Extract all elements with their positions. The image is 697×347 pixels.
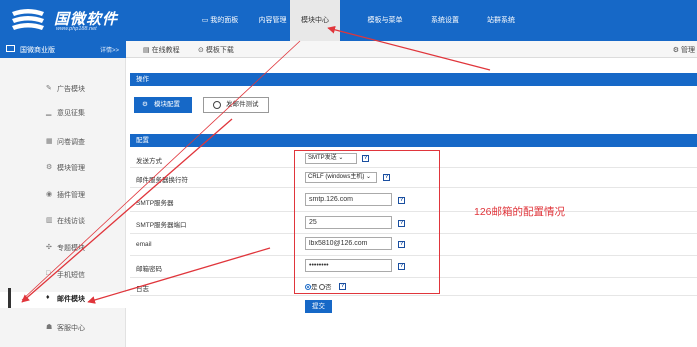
sidebar-item-ads[interactable]: ✎ 广告模块 [0,82,126,96]
template-download-link[interactable]: ⊙ 模板下载 [198,45,234,55]
nav-label: 内容管理 [258,17,287,24]
nav-my-panel[interactable]: ▭ 我的面板 [190,0,250,41]
nav-label: 系统设置 [431,17,459,24]
bank-icon: ▥ [46,217,53,224]
sidebar-item-label: 客服中心 [57,325,85,332]
gear-icon: ⚙ [142,101,148,108]
nav-label: 模块中心 [301,17,329,24]
link-label: 在线教程 [151,47,180,54]
link-label: 模板下载 [205,47,234,54]
sidebar-item-label: 手机短信 [57,272,85,279]
sidebar-item-interview[interactable]: ▥ 在线访谈 [0,214,126,228]
sub-bar: 国微商业版 详情>> ▤ 在线教程 ⊙ 模板下载 ⚙ 管理 [0,41,697,58]
nav-sites[interactable]: 站群系统 [476,0,526,41]
sidebar-item-survey[interactable]: ▦ 问卷调查 [0,135,126,149]
nav-label: 站群系统 [487,17,515,24]
chart-icon: ▦ [46,138,53,145]
phone-icon: □ [46,270,51,277]
nav-label: 模板与菜单 [367,17,403,24]
logo-mark-icon [12,9,44,30]
nav-modules[interactable]: 模块中心 [290,0,340,41]
plugin-icon: ◉ [46,191,53,198]
gear-icon: ⚙ [672,47,680,54]
monitor-icon [6,45,15,52]
nav-label: 我的面板 [210,17,239,24]
sidebar-item-label: 在线访谈 [57,218,85,225]
log-label: 日志 [136,286,149,293]
sidebar-item-label: 专题模块 [57,245,85,252]
book-icon: ▤ [143,47,150,54]
edition-detail-link[interactable]: 详情>> [100,45,119,54]
sidebar-item-plugins[interactable]: ◉ 插件管理 [0,188,126,202]
sidebar-item-label: 意见征集 [57,110,85,117]
clock-icon [213,101,221,109]
pen-icon: ✎ [46,85,52,92]
sidebar-item-label: 插件管理 [57,192,85,199]
monitor-icon: ▭ [201,17,209,24]
sidebar-item-topics[interactable]: ✣ 专题模块 [0,241,126,255]
send-method-label: 发送方式 [136,158,162,165]
sidebar-item-sms[interactable]: □ 手机短信 [0,268,126,282]
submit-button[interactable]: 提交 [305,300,332,313]
email-label: email [136,241,152,248]
manage-link[interactable]: ⚙ 管理 [673,45,695,55]
logo: 国微软件 www.php188.net [10,6,150,36]
line-break-label: 邮件服务器换行符 [136,177,188,184]
sidebar-item-feedback[interactable]: ▁ 意见征集 [0,106,126,120]
active-indicator [8,288,11,308]
module-config-button[interactable]: ⚙ 模块配置 [134,97,192,113]
sidebar-item-label: 邮件模块 [57,296,85,303]
sidebar: ✎ 广告模块 ▁ 意见征集 ▦ 问卷调查 ⚙ 模块管理 ◉ 插件管理 ▥ 在线访谈 ✣ 专题模… [0,58,126,347]
sidebar-item-label: 问卷调查 [57,139,85,146]
link-label: 管理 [681,47,695,54]
smtp-server-label: SMTP服务器 [136,200,174,207]
nav-content[interactable]: 内容管理 [250,0,295,41]
nav-templates[interactable]: 模板与菜单 [355,0,415,41]
config-header: 配置 [130,134,697,147]
sitemap-icon: ✣ [46,244,52,251]
online-tutorial-link[interactable]: ▤ 在线教程 [143,45,180,55]
smtp-port-label: SMTP服务器端口 [136,222,187,229]
logo-url: www.php188.net [56,26,97,32]
diamond-icon: ♦ [46,294,50,301]
nav-settings[interactable]: 系统设置 [420,0,470,41]
send-test-mail-button[interactable]: 发邮件测试 [203,97,269,113]
home-icon: ☗ [46,324,53,331]
edition-title: 国微商业版 [20,47,55,54]
target-icon: ⊙ [198,47,204,54]
gear-icon: ⚙ [46,164,53,171]
sidebar-item-mail[interactable]: ♦ 邮件模块 [0,288,126,308]
button-label: 发邮件测试 [226,101,259,108]
annotation-text: 126邮箱的配置情况 [474,206,566,218]
ops-header: 操作 [130,73,697,86]
edition-box: 国微商业版 详情>> [0,41,126,58]
highlight-box [294,150,440,294]
sidebar-item-service[interactable]: ☗ 客服中心 [0,321,126,335]
password-label: 邮箱密码 [136,266,162,273]
sidebar-item-label: 模块管理 [57,165,85,172]
top-nav-bar: 国微软件 www.php188.net ▭ 我的面板 内容管理 模块中心 模板与… [0,0,697,41]
button-label: 模块配置 [154,101,180,108]
bars-icon: ▁ [46,109,52,116]
sidebar-item-module-manage[interactable]: ⚙ 模块管理 [0,161,126,175]
sidebar-item-label: 广告模块 [57,86,85,93]
